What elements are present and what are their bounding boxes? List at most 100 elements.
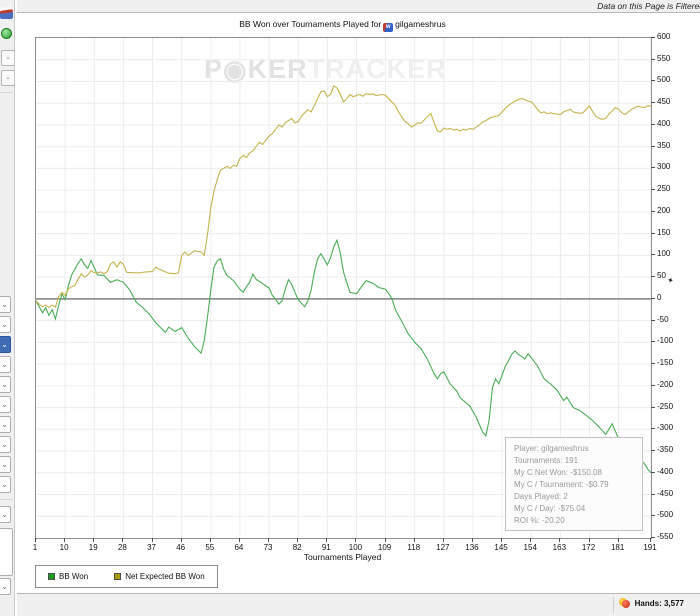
y-tick [651, 123, 655, 125]
x-tick [559, 538, 561, 542]
x-tick-label: 55 [205, 543, 215, 552]
y-tick [651, 80, 655, 82]
tooltip-line: Days Played: 2 [514, 492, 568, 501]
filter-dropdown-stub[interactable]: ⌄ [0, 396, 11, 413]
x-tick [501, 538, 503, 542]
y-tick [651, 471, 655, 473]
x-tick [268, 538, 270, 542]
pokertracker-window: ⌄ ⌄ ⌄ ⌄ ⌄ ⌄ ⌄ ⌄ ⌄ ⌄ ⌄ ⌄ ⌄ ⌄ Data on this… [0, 0, 700, 616]
legend: BB Won Net Expected BB Won [35, 565, 218, 588]
status-green-icon [1, 28, 12, 39]
tooltip-line: My C / Tournament: -$0.79 [514, 480, 609, 489]
y-tick [651, 102, 655, 104]
x-tick-label: 10 [59, 543, 69, 552]
x-tick [93, 538, 95, 542]
y-tick [651, 145, 655, 147]
chart-title: BB Won over Tournaments Played for w gilga… [35, 19, 650, 32]
rail-separator [0, 92, 13, 93]
y-tick-label: 200 [657, 205, 671, 215]
x-tick [151, 538, 153, 542]
legend-swatch [114, 573, 122, 580]
legend-swatch [48, 573, 55, 580]
tooltip-line: My C / Day: -$75.04 [514, 504, 586, 513]
x-tick [180, 538, 182, 542]
x-tick-label: 109 [377, 543, 392, 552]
y-tick [651, 363, 655, 365]
legend-item: Net Expected BB Won [114, 572, 205, 581]
filter-note: Data on this Page is Filtered [597, 1, 700, 11]
x-tick-label: 154 [523, 543, 537, 552]
x-tick [384, 538, 386, 542]
tooltip-line: Player: gilgameshrus [514, 444, 589, 453]
x-tick-label: 100 [348, 543, 363, 552]
y-tick [651, 319, 655, 321]
y-tick [651, 58, 655, 60]
y-tick-label: -50 [657, 314, 669, 324]
chart-icon[interactable] [0, 7, 13, 19]
y-tick [651, 406, 655, 408]
y-tick-label: -200 [657, 379, 674, 389]
filter-dropdown-stub[interactable]: ⌄ [0, 476, 11, 493]
toolbar-button[interactable]: ⌄ [1, 70, 15, 86]
y-tick-label: 350 [657, 140, 671, 150]
y-tick-label: 300 [657, 162, 671, 172]
x-tick [530, 538, 532, 542]
filter-dropdown-stub[interactable]: ⌄ [0, 578, 11, 595]
x-tick [122, 538, 124, 542]
y-tick-label: 250 [657, 184, 671, 194]
x-tick [209, 538, 211, 542]
x-tick-label: 136 [465, 543, 479, 552]
x-tick-label: 145 [494, 543, 508, 552]
x-tick [588, 538, 590, 542]
y-tick-label: 550 [657, 53, 671, 63]
filter-dropdown-stub[interactable]: ⌄ [0, 316, 11, 333]
x-tick-label: 191 [643, 543, 657, 552]
hands-count: Hands: 3,577 [634, 598, 684, 608]
filter-strip: Data on this Page is Filtered [17, 0, 700, 12]
x-tick [238, 538, 240, 542]
y-tick [651, 276, 655, 278]
chart-title-prefix: BB Won over Tournaments Played for [239, 19, 382, 29]
filter-dropdown-stub[interactable]: ⌄ [0, 506, 11, 523]
y-tick-label: 150 [657, 227, 671, 237]
legend-label: Net Expected BB Won [125, 572, 205, 581]
y-tick [651, 37, 655, 38]
toolbar-button[interactable]: ⌄ [1, 50, 15, 66]
filter-dropdown-stub-selected[interactable]: ⌄ [0, 336, 11, 353]
y-tick-label: -300 [657, 423, 674, 433]
filter-dropdown-stub[interactable]: ⌄ [0, 456, 11, 473]
filter-dropdown-stub[interactable]: ⌄ [0, 296, 11, 313]
x-tick [442, 538, 444, 542]
filter-dropdown-stub[interactable]: ⌄ [0, 416, 11, 433]
tooltip-line: ROI %: -20.20 [514, 516, 565, 525]
y-tick-label: 100 [657, 249, 671, 259]
filter-dropdown-stub[interactable]: ⌄ [0, 356, 11, 373]
x-tick-label: 1 [32, 543, 38, 552]
x-tick [297, 538, 299, 542]
y-tick-label: 500 [657, 75, 671, 85]
filter-dropdown-stub[interactable]: ⌄ [0, 376, 11, 393]
filter-dropdown-stub[interactable]: ⌄ [0, 436, 11, 453]
y-tick [651, 297, 655, 299]
site-icon: w [383, 23, 394, 32]
y-tick [651, 384, 655, 386]
y-tick [651, 493, 655, 495]
x-tick-label: 73 [263, 543, 273, 552]
y-tick [651, 232, 655, 234]
y-tick-label: -400 [657, 466, 674, 476]
status-separator [613, 597, 614, 613]
y-tick [651, 341, 655, 343]
y-tick [651, 515, 655, 517]
x-tick-label: 91 [321, 543, 331, 552]
panel-splitter[interactable] [14, 0, 17, 616]
y-tick [651, 428, 655, 430]
series-net-expected-bb-won[interactable] [36, 84, 651, 309]
x-tick [471, 538, 473, 542]
x-tick-label: 163 [552, 543, 567, 552]
y-tick-label: -350 [657, 445, 674, 455]
y-tick-label: 400 [657, 118, 671, 128]
rail-separator [0, 499, 13, 500]
list-box-stub[interactable] [0, 528, 13, 576]
y-tick [651, 450, 655, 452]
y-tick [651, 189, 655, 191]
